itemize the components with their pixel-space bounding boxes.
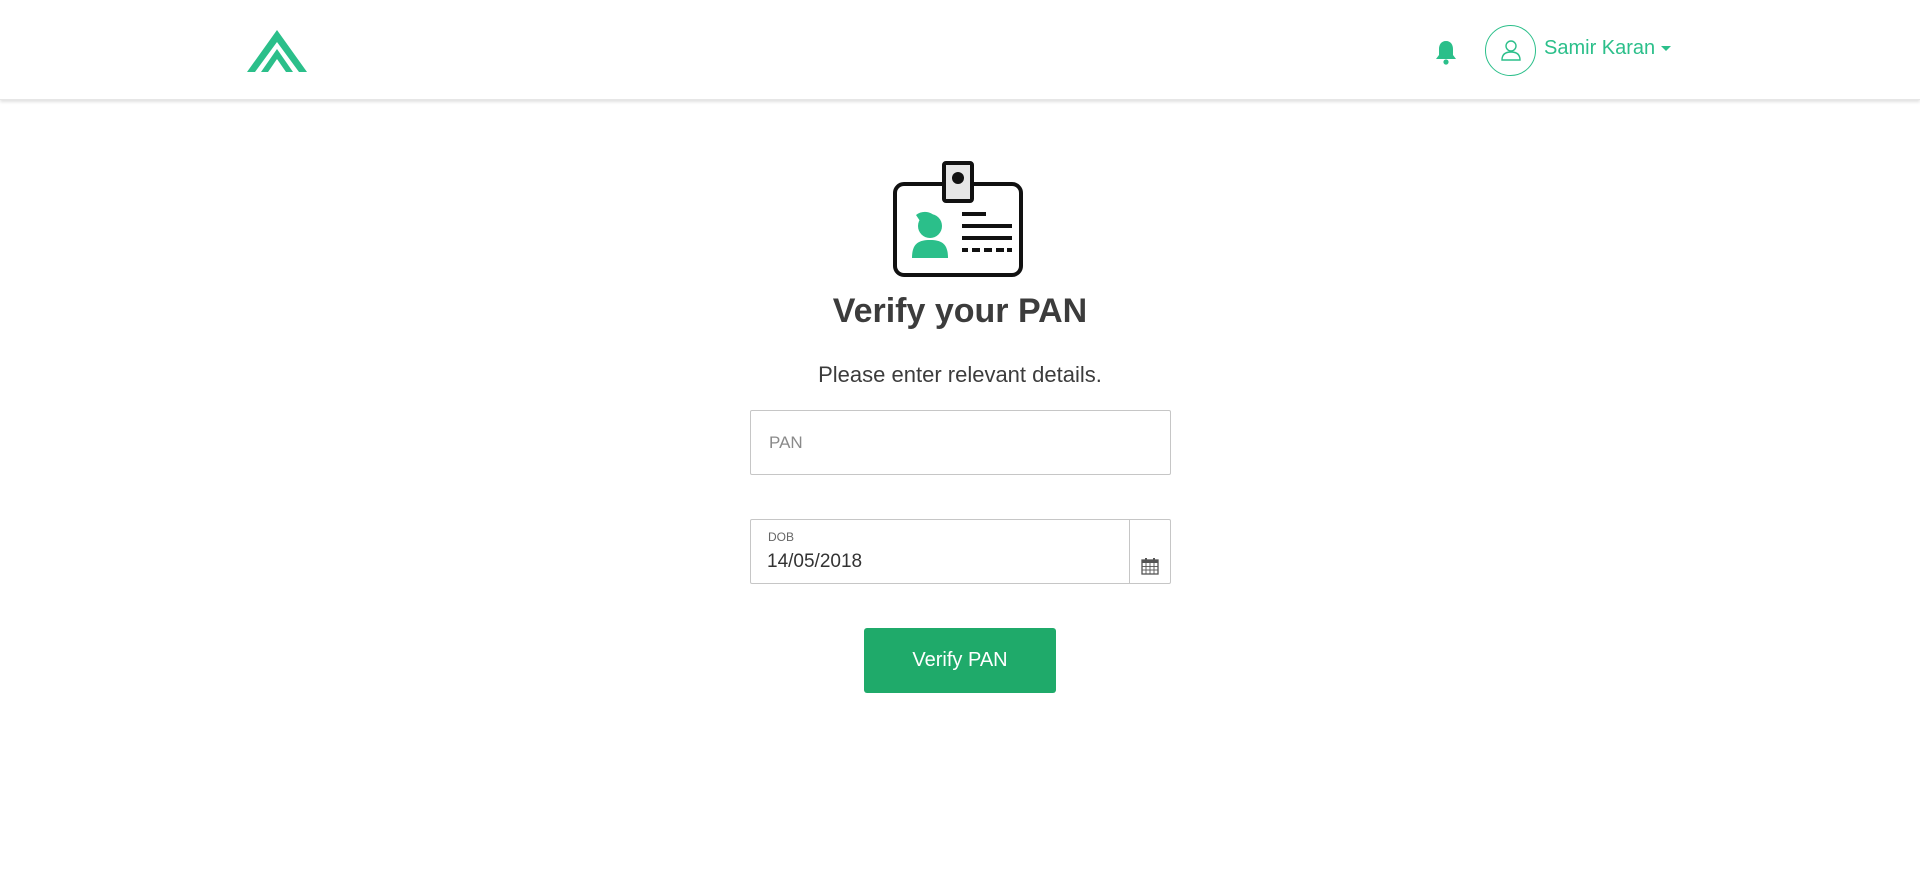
pan-input[interactable] <box>751 411 1170 474</box>
user-menu[interactable]: Samir Karan <box>1485 24 1672 76</box>
page-subtitle: Please enter relevant details. <box>818 362 1102 387</box>
avatar[interactable] <box>1485 24 1536 76</box>
verify-pan-button[interactable]: Verify PAN <box>864 628 1056 693</box>
dob-field[interactable]: DOB 14/05/2018 <box>750 519 1171 584</box>
calendar-button[interactable] <box>1129 520 1170 583</box>
logo-icon[interactable] <box>247 30 307 72</box>
user-icon <box>1500 40 1521 61</box>
top-navbar: Samir Karan <box>0 0 1920 100</box>
bell-icon[interactable] <box>1432 38 1460 66</box>
caret-down-icon[interactable] <box>1661 45 1672 51</box>
dob-input[interactable]: 14/05/2018 <box>767 551 862 573</box>
page-title: Verify your PAN <box>832 292 1088 330</box>
calendar-icon <box>1141 558 1159 575</box>
dob-label: DOB <box>768 530 795 544</box>
pan-field[interactable] <box>750 410 1171 475</box>
user-name[interactable]: Samir Karan <box>1544 37 1655 60</box>
id-card-icon <box>893 161 1023 277</box>
